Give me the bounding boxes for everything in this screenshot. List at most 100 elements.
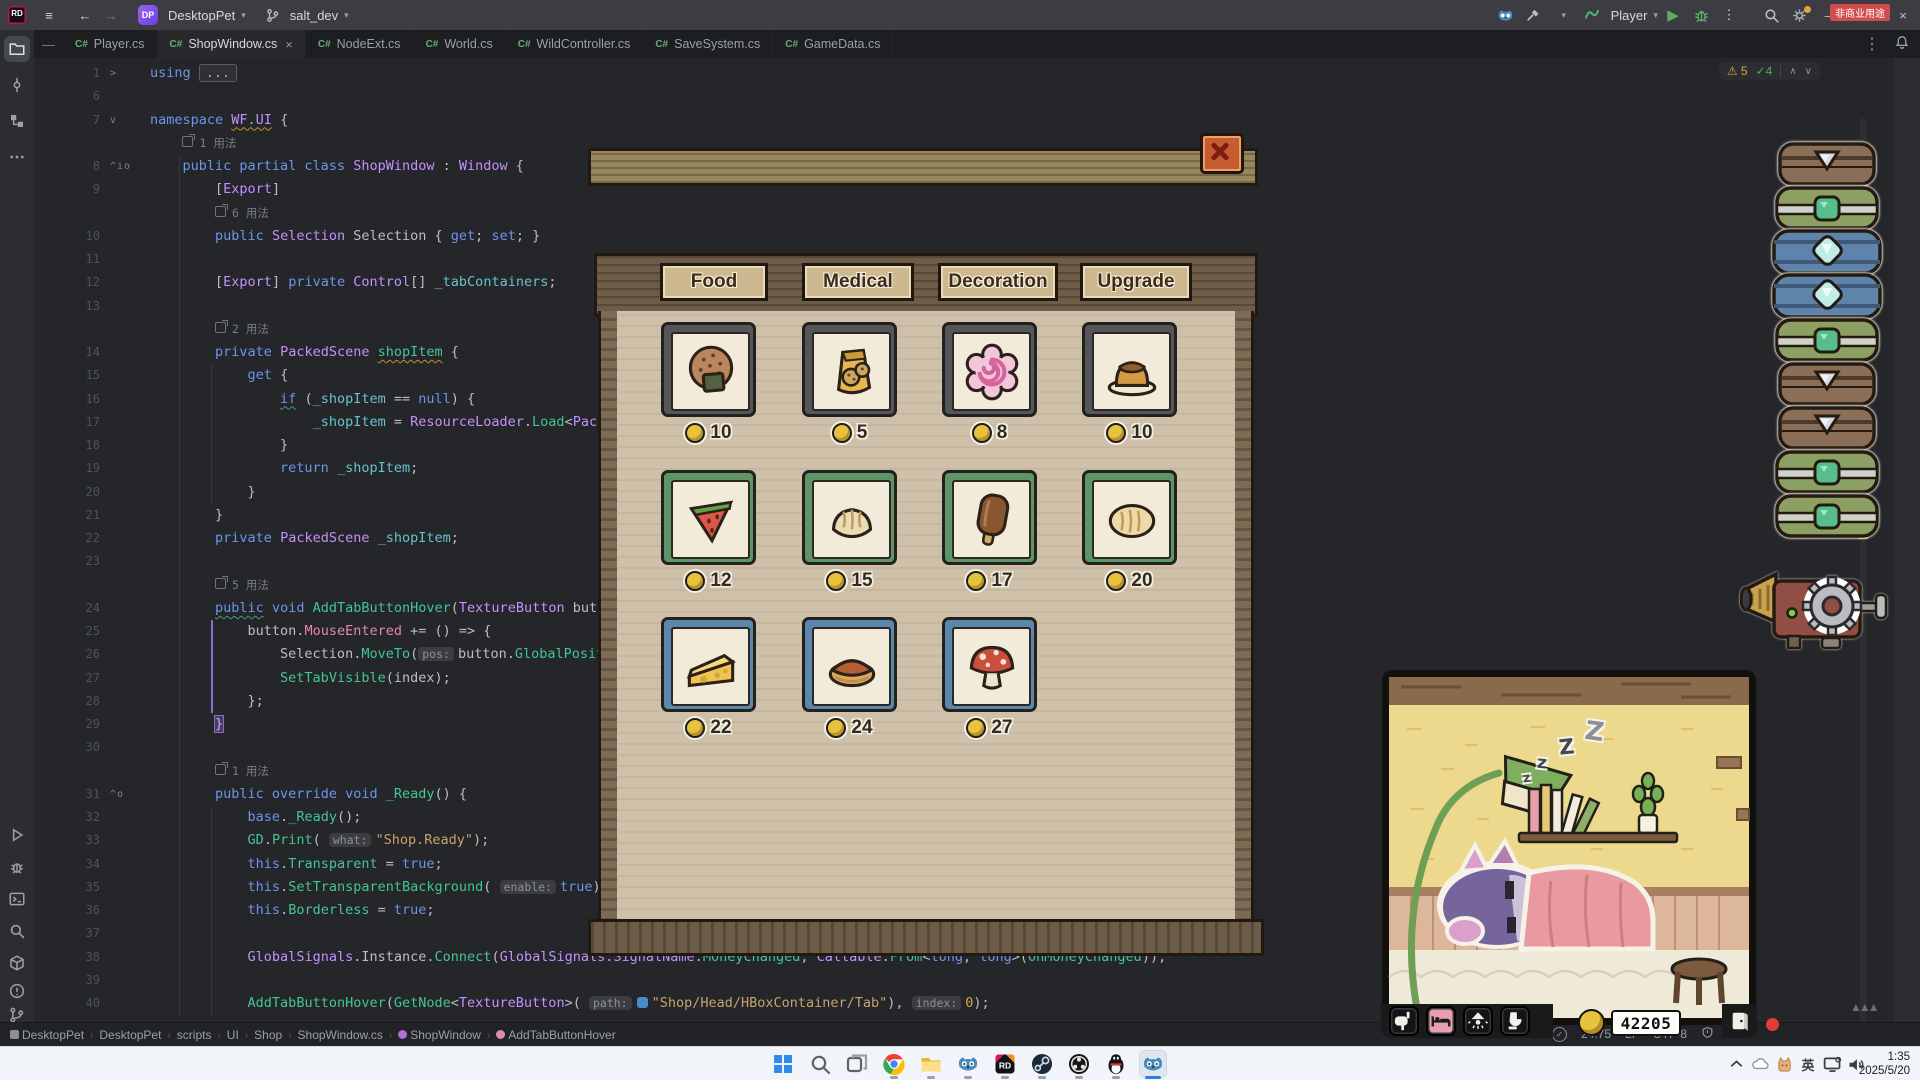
code-text[interactable]: private PackedScene shopItem { [150,341,459,364]
chest-brown[interactable] [1772,140,1882,188]
usage-annotation[interactable]: 5 用法 [150,574,269,597]
code-text[interactable]: if (_shopItem == null) { [150,388,475,411]
debug-button[interactable] [1688,4,1714,26]
code-text[interactable]: }; [150,690,264,713]
packages-icon[interactable] [4,950,30,976]
search-everywhere-icon[interactable] [1758,4,1784,26]
code-text[interactable]: } [150,434,288,457]
shop-item-pudding[interactable] [1082,322,1177,417]
gear-machine[interactable] [1739,550,1892,657]
usage-annotation[interactable]: 1 用法 [150,760,269,783]
chest-green[interactable] [1772,184,1882,232]
run-icon[interactable] [4,822,30,848]
mailbox-button[interactable] [1389,1006,1419,1036]
editor-tab-world-cs[interactable]: C# World.cs [414,30,506,58]
run-config-name[interactable]: Player [1611,8,1648,23]
tray-onedrive-cloud[interactable] [1748,1052,1772,1076]
taskbar-clock[interactable]: 1:35 2025/5/20 [1859,1050,1910,1078]
chevron-down-icon[interactable]: ▾ [1653,10,1658,21]
usage-annotation[interactable]: 6 用法 [150,202,269,225]
code-text[interactable]: [Export] [150,178,280,201]
prev-problem-icon[interactable]: ∧ [1789,66,1796,77]
editor-tab-wildcontroller-cs[interactable]: C# WildController.cs [506,30,644,58]
code-text[interactable]: _shopItem = ResourceLoader.Load<Packe [150,411,614,434]
tab-options-icon[interactable]: ⋮ [1864,34,1880,54]
shop-item-hotdog[interactable] [802,617,897,712]
door-button[interactable] [1722,1004,1757,1038]
shop-item-mushroom[interactable] [942,617,1037,712]
code-text[interactable]: base._Ready(); [150,806,362,829]
chest-green[interactable] [1772,316,1882,364]
branch-selector[interactable]: salt_dev ▾ [260,4,349,26]
taskbar-app-search[interactable] [807,1051,833,1077]
code-text[interactable]: Selection.MoveTo(pos: button.GlobalPositi [150,643,612,666]
toilet-button[interactable] [1500,1006,1530,1036]
code-text[interactable]: AddTabButtonHover(GetNode<TextureButton>… [150,992,990,1015]
breadcrumb-item[interactable]: AddTabButtonHover [496,1028,616,1042]
forward-icon[interactable]: → [98,4,124,26]
shop-item-watermelon[interactable] [661,470,756,565]
godot-engine-icon[interactable] [1493,4,1519,26]
project-folder-icon[interactable] [4,36,30,62]
chest-blue[interactable] [1772,228,1882,276]
tray-chevron-up[interactable] [1724,1052,1748,1076]
chest-green[interactable] [1772,492,1882,540]
chest-blue[interactable] [1772,272,1882,320]
main-menu-icon[interactable]: ≡ [36,4,62,26]
taskbar-app-rider[interactable]: RD [992,1051,1018,1079]
code-text[interactable]: this.SetTransparentBackground( enable: tr… [150,876,609,899]
taskbar-app-godot-active[interactable] [1140,1051,1166,1079]
notifications-bell-icon[interactable] [1894,34,1910,55]
tray-network[interactable] [1820,1052,1844,1076]
shop-item-cheese[interactable] [661,617,756,712]
breadcrumb-item[interactable]: ShopWindow [398,1028,481,1042]
taskbar-app-obs[interactable] [1066,1051,1092,1079]
chest-green[interactable] [1772,448,1882,496]
shop-close-button[interactable] [1200,133,1244,174]
tray-desktop-pet-cat[interactable] [1772,1052,1796,1076]
tray-ime[interactable]: 英 [1796,1052,1820,1076]
gutter-icon[interactable]: > [106,62,150,85]
code-text[interactable]: namespace WF.UI { [150,109,288,132]
next-problem-icon[interactable]: ∨ [1805,66,1812,77]
editor-tab-gamedata-cs[interactable]: C# GameData.cs [773,30,894,58]
debug-icon[interactable] [4,854,30,880]
shop-tab-food[interactable]: Food [660,263,768,301]
taskbar-app-explorer[interactable] [918,1051,944,1079]
code-text[interactable]: get { [150,364,289,387]
tab-close-icon[interactable]: × [285,37,293,52]
build-hammer-icon[interactable] [1521,4,1547,26]
lamp-button[interactable] [1463,1006,1493,1036]
shop-item-onigiri[interactable] [661,322,756,417]
editor-tab-shopwindow-cs[interactable]: C# ShopWindow.cs × [157,30,306,58]
chest-brown[interactable] [1772,360,1882,408]
run-button[interactable]: ▶ [1660,4,1686,26]
code-text[interactable]: SetTabVisible(index); [150,667,451,690]
breadcrumb-item[interactable]: DesktopPet [99,1028,161,1042]
breadcrumb-item[interactable]: Shop [254,1028,282,1042]
find-icon[interactable] [4,918,30,944]
gutter-icon[interactable]: v [106,109,150,132]
code-text[interactable]: GD.Print( what: "Shop.Ready"); [150,829,490,852]
breadcrumb-item[interactable]: scripts [177,1028,212,1042]
code-text[interactable]: button.MouseEntered += () => { [150,620,492,643]
code-text[interactable]: [Export] private Control[] _tabContainer… [150,271,556,294]
code-text[interactable]: public override void _Ready() { [150,783,467,806]
code-text[interactable]: public Selection Selection { get; set; } [150,225,540,248]
breadcrumb-item[interactable]: DesktopPet [10,1028,84,1042]
usage-annotation[interactable]: 2 用法 [150,318,269,341]
editor-tab-player-cs[interactable]: C# Player.cs [63,30,158,58]
taskbar-app-steam[interactable] [1029,1051,1055,1079]
taskbar-app-chrome[interactable] [881,1051,907,1079]
code-text[interactable]: } [150,504,223,527]
code-text[interactable]: this.Borderless = true; [150,899,435,922]
chevron-down-icon[interactable]: ▾ [1551,4,1577,26]
code-text[interactable]: public void AddTabButtonHover(TextureBut… [150,597,613,620]
problems-icon[interactable] [4,978,30,1004]
breadcrumb-item[interactable]: UI [227,1028,239,1042]
gutter-icon[interactable]: ^io [106,155,150,178]
editor-tab-savesystem-cs[interactable]: C# SaveSystem.cs [643,30,774,58]
back-icon[interactable]: ← [72,4,98,26]
gutter-icon[interactable]: ^o [106,783,150,806]
taskbar-app-start[interactable] [770,1051,796,1077]
